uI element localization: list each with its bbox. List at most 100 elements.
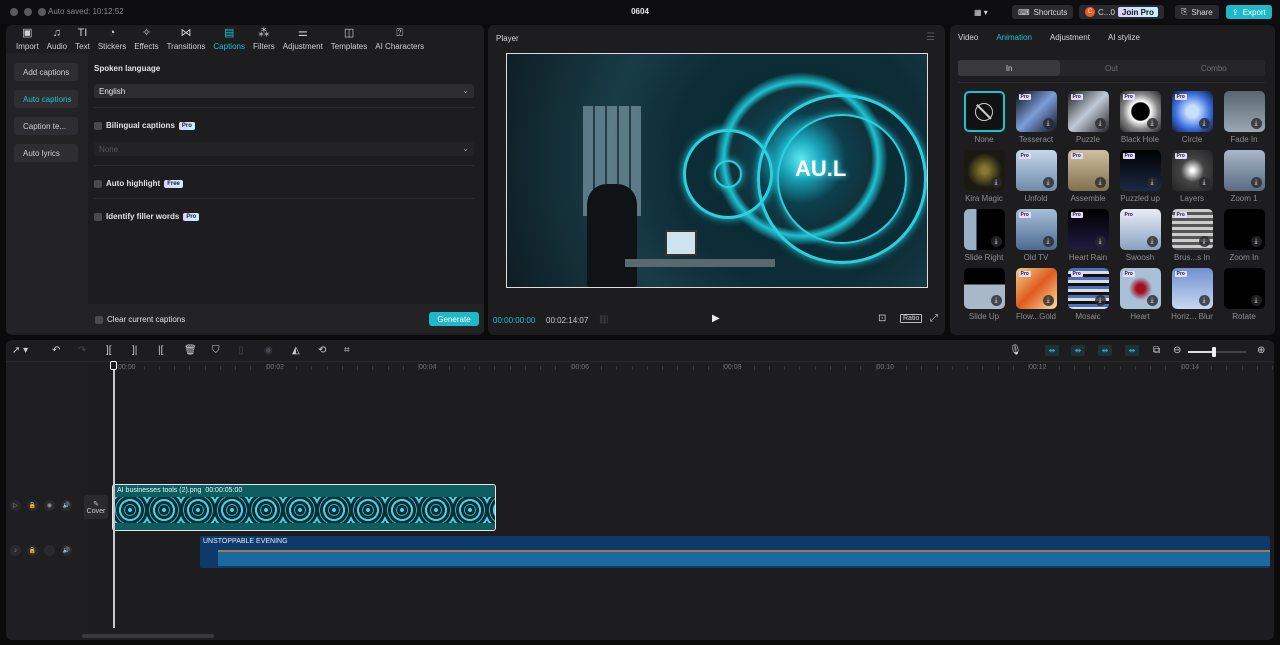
zoom-out-icon[interactable]: ⊖ (1173, 345, 1181, 356)
bilingual-captions-checkbox[interactable] (94, 121, 102, 130)
fullscreen-button[interactable]: ⤢ (930, 313, 938, 324)
account-button[interactable]: C C...0 Join Pro (1079, 5, 1164, 19)
download-icon[interactable]: ⤓ (1042, 177, 1054, 188)
download-icon[interactable]: ⤓ (1250, 295, 1262, 306)
animation-item-heart-rain[interactable]: Pro ⤓ Heart Rain (1062, 209, 1114, 262)
audio-clip[interactable]: UNSTOPPABLE EVENING (200, 536, 1270, 568)
caption-template-button[interactable]: Caption te... (14, 117, 78, 135)
animation-item-tesseract[interactable]: Pro ⤓ Tesseract (1010, 91, 1062, 144)
download-icon[interactable]: ⤓ (1042, 118, 1054, 129)
bilingual-language-select[interactable]: None ⌄ (94, 142, 474, 156)
download-icon[interactable]: ⤓ (990, 177, 1002, 188)
download-icon[interactable]: ⤓ (1094, 177, 1106, 188)
animation-item-unfold[interactable]: Pro ⤓ Unfold (1010, 150, 1062, 203)
zoom-slider-handle[interactable] (1212, 347, 1217, 357)
preview-axis-button[interactable]: ⇹ (1125, 345, 1139, 356)
animation-item-none[interactable]: None (958, 91, 1010, 144)
export-button[interactable]: ⇪ Export (1226, 5, 1272, 19)
download-icon[interactable]: ⤓ (990, 236, 1002, 247)
animation-item-puzzle[interactable]: Pro ⤓ Puzzle (1062, 91, 1114, 144)
fit-view-button[interactable]: ⊡ (878, 313, 886, 324)
identify-filler-words-option[interactable]: Identify filler words Pro (94, 212, 200, 221)
tab-ai-characters[interactable]: ⍰ AI Characters (371, 25, 428, 53)
animation-item-assemble[interactable]: Pro ⤓ Assemble (1062, 150, 1114, 203)
download-icon[interactable]: ⤓ (1042, 295, 1054, 306)
lock-icon[interactable]: 🔒 (27, 545, 38, 556)
cover-button[interactable]: ✎ Cover (84, 495, 108, 519)
animation-item-heart[interactable]: Pro ⤓ Heart (1114, 268, 1166, 321)
menu-icon[interactable]: ☰ (926, 32, 935, 43)
segment-combo[interactable]: Combo (1163, 60, 1265, 76)
animation-item-kira-magic[interactable]: ⤓ Kira Magic (958, 150, 1010, 203)
tab-stickers[interactable]: ◔ Stickers (94, 25, 130, 53)
tab-adjustment[interactable]: Adjustment (1050, 33, 1090, 42)
tab-captions[interactable]: ▤ Captions (209, 25, 249, 53)
timeline-horizontal-scrollbar[interactable] (82, 634, 214, 638)
tab-text[interactable]: TI Text (71, 25, 94, 53)
volume-icon[interactable]: 🔊 (61, 500, 72, 511)
microphone-icon[interactable]: 🎙 (1009, 345, 1022, 356)
split-right-icon[interactable]: |[ (158, 345, 163, 356)
split-left-icon[interactable]: ]| (132, 345, 137, 356)
animation-item-old-tv[interactable]: Pro ⤓ Old TV (1010, 209, 1062, 262)
animation-item-zoom-1[interactable]: ⤓ Zoom 1 (1218, 150, 1270, 203)
download-icon[interactable]: ⤓ (1146, 295, 1158, 306)
animation-item-flow-gold[interactable]: Pro ⤓ Flow...Gold (1010, 268, 1062, 321)
undo-icon[interactable]: ↶ (52, 345, 60, 356)
split-icon[interactable]: ][ (106, 345, 112, 356)
identify-filler-words-checkbox[interactable] (94, 212, 102, 221)
spoken-language-select[interactable]: English ⌄ (94, 84, 474, 98)
tab-transitions[interactable]: ⋈ Transitions (163, 25, 210, 53)
download-icon[interactable]: ⤓ (1250, 177, 1262, 188)
animation-item-circle[interactable]: Pro ⤓ Circle (1166, 91, 1218, 144)
tab-import[interactable]: ▣ Import (12, 25, 43, 53)
playhead-handle[interactable] (110, 361, 117, 370)
animation-item-puzzled-up[interactable]: Pro ⤓ Puzzled up (1114, 150, 1166, 203)
timeline-zoom-slider[interactable] (1188, 347, 1246, 357)
auto-captions-button[interactable]: Auto captions (14, 90, 78, 108)
download-icon[interactable]: ⤓ (1146, 236, 1158, 247)
bilingual-captions-option[interactable]: Bilingual captions Pro (94, 121, 195, 130)
generate-button[interactable]: Generate (429, 312, 479, 326)
download-icon[interactable]: ⤓ (1094, 118, 1106, 129)
download-icon[interactable]: ⤓ (1198, 118, 1210, 129)
tab-ai-stylize[interactable]: AI stylize (1108, 33, 1140, 42)
clear-captions-checkbox[interactable] (95, 315, 103, 324)
mirror-icon[interactable]: ◭ (292, 345, 300, 356)
playhead[interactable] (113, 362, 115, 628)
animation-item-rotate[interactable]: ⤓ Rotate (1218, 268, 1270, 321)
reverse-icon[interactable]: ◉ (264, 345, 273, 356)
animation-item-slide-right[interactable]: ⤓ Slide Right (958, 209, 1010, 262)
download-icon[interactable]: ⤓ (1198, 295, 1210, 306)
zoom-in-icon[interactable]: ⊕ (1257, 345, 1265, 356)
video-preview[interactable]: AU.L (506, 53, 928, 288)
animation-item-brus-s-in[interactable]: Pro ⤓ Brus...s In (1166, 209, 1218, 262)
download-icon[interactable]: ⤓ (1042, 236, 1054, 247)
rotate-icon[interactable]: ⟲ (318, 345, 326, 356)
clear-current-captions-option[interactable]: Clear current captions (95, 315, 185, 324)
share-button[interactable]: ⎘ Share (1175, 5, 1219, 19)
waveform-toggle-icon[interactable]: ▥ (599, 314, 608, 325)
download-icon[interactable]: ⤓ (1198, 236, 1210, 247)
layout-button[interactable]: ▦ ▾ (968, 5, 994, 19)
delete-icon[interactable]: 🗑 (184, 345, 197, 356)
download-icon[interactable]: ⤓ (1198, 177, 1210, 188)
tab-adjustment[interactable]: ⚌ Adjustment (279, 25, 327, 53)
main-track-magnet-button[interactable]: ⇹ (1045, 345, 1059, 356)
fit-timeline-icon[interactable]: ⧉ (1153, 345, 1160, 356)
redo-icon[interactable]: ↷ (78, 345, 86, 356)
auto-highlight-checkbox[interactable] (94, 179, 102, 188)
auto-lyrics-button[interactable]: Auto lyrics (14, 144, 78, 162)
segment-in[interactable]: In (958, 60, 1061, 76)
ratio-button[interactable]: Ratio (900, 314, 923, 323)
animation-item-slide-up[interactable]: ⤓ Slide Up (958, 268, 1010, 321)
tab-effects[interactable]: ✧ Effects (130, 25, 162, 53)
tab-animation[interactable]: Animation (996, 33, 1032, 42)
animation-item-fade-in[interactable]: ⤓ Fade In (1218, 91, 1270, 144)
freeze-icon[interactable]: ▯ (238, 345, 244, 356)
download-icon[interactable]: ⤓ (1146, 177, 1158, 188)
download-icon[interactable]: ⤓ (1146, 118, 1158, 129)
shortcuts-button[interactable]: ⌨ Shortcuts (1012, 5, 1074, 19)
animation-item-mosaic[interactable]: Pro ⤓ Mosaic (1062, 268, 1114, 321)
animation-item-horiz-blur[interactable]: Pro ⤓ Horiz... Blur (1166, 268, 1218, 321)
